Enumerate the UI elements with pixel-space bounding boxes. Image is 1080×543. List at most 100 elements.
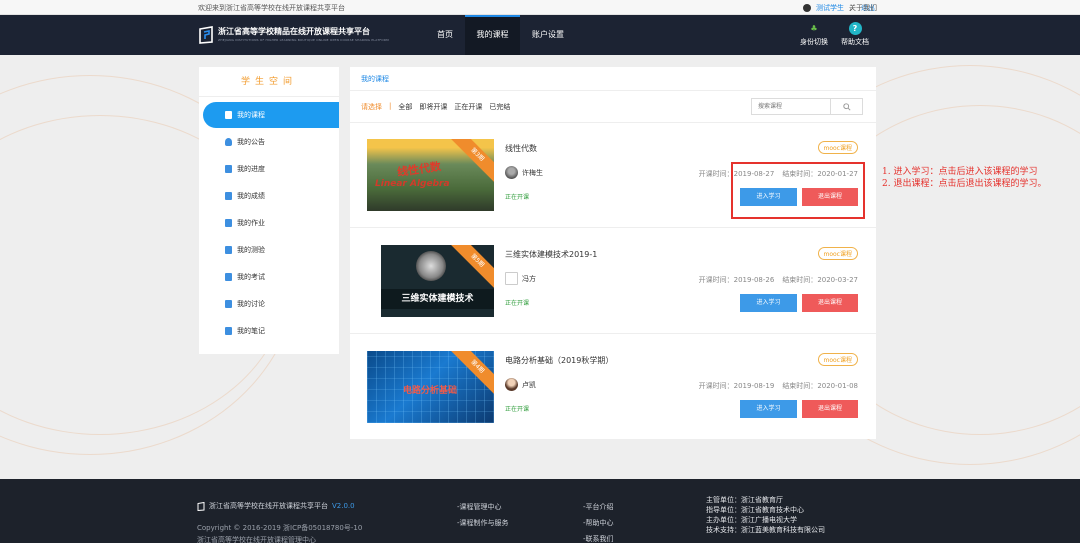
username-link[interactable]: 测试学生 [816,3,844,13]
logo-icon [197,501,205,511]
filter-all[interactable]: 全部 [398,102,412,112]
search-button[interactable] [830,99,862,114]
course-filter: 请选择 | 全部 即将开课 正在开课 已完结 [361,102,511,112]
term-ribbon: 第3期 [447,139,494,185]
course-dates: 开课时间：2019-08-19 结束时间：2020-01-08 [698,382,858,390]
end-date: 2020-03-27 [817,276,858,284]
filter-upcoming[interactable]: 即将开课 [419,102,447,112]
sidebar-item-progress[interactable]: 我的进度 [203,156,335,182]
course-cover[interactable]: 线性代数 Linear Algebra 第3期 [367,139,494,211]
sidebar-item-my-courses[interactable]: 我的课程 [203,102,339,128]
site-footer: 浙江省高等学校在线开放课程共享平台 V2.0.0 Copyright © 201… [0,479,1080,543]
student-sidebar: 学生空间 我的课程 我的公告 我的进度 我的成绩 我的作业 我的测验 我的考试 … [199,67,339,354]
course-dates: 开课时间：2019-08-26 结束时间：2020-03-27 [698,276,858,284]
edit-icon [225,273,232,281]
search-input[interactable] [752,99,830,114]
note-icon [225,327,232,335]
footer-link-help[interactable]: -帮助中心 [583,515,614,531]
sidebar-item-notes[interactable]: 我的笔记 [203,318,335,344]
highlight-box [731,162,865,219]
teacher-name: 卢凯 [522,380,536,389]
teacher-info: 冯方 [505,272,536,285]
course-title[interactable]: 线性代数 [505,143,537,154]
logo-title: 浙江省高等学校精品在线开放课程共享平台 [218,27,370,36]
quit-course-button[interactable]: 退出课程 [802,400,858,418]
start-date: 2019-08-26 [733,276,775,284]
footer-org-info: 主管单位：浙江省教育厅 指导单位：浙江省教育技术中心 主办单位：浙江广播电视大学… [706,496,825,534]
course-card: 三维实体建模技术 第5期 三维实体建模技术2019-1 mooc课程 冯方 开课… [350,229,876,333]
sidebar-item-homework[interactable]: 我的作业 [203,210,335,236]
site-logo[interactable]: 浙江省高等学校精品在线开放课程共享平台 ZHEJIANG INSTITUTION… [198,26,389,44]
help-docs-button[interactable]: ? 帮助文档 [841,22,869,47]
course-cover[interactable]: 三维实体建模技术 第5期 [381,245,494,317]
course-status: 正在开课 [505,406,530,413]
help-icon: ? [848,22,862,35]
course-status: 正在开课 [505,300,530,307]
course-search [751,98,863,115]
footer-link-course-admin[interactable]: -课程管理中心 [457,499,509,515]
chat-icon [225,300,232,308]
teacher-name: 冯方 [522,274,536,283]
version-label: V2.0.0 [332,502,355,510]
enter-study-button[interactable]: 进入学习 [740,294,797,312]
teacher-info: 许梅生 [505,166,543,179]
filter-label: 请选择 [361,103,382,111]
welcome-text: 欢迎来到浙江省高等学校在线开放课程共享平台 [198,4,345,12]
school-emblem-icon [416,251,446,281]
footer-link-contact[interactable]: -联系我们 [583,531,614,543]
term-ribbon: 第5期 [447,245,494,291]
bell-icon [225,138,232,146]
about-link[interactable]: 关于我们 [849,3,877,13]
user-avatar-icon [803,4,811,12]
footer-links-1: -课程管理中心 -课程制作与服务 [457,499,509,531]
course-card: 电路分析基础 第4期 电路分析基础（2019秋学期） mooc课程 卢凯 开课时… [350,335,876,439]
teacher-name: 许梅生 [522,168,543,177]
main-navbar: 浙江省高等学校精品在线开放课程共享平台 ZHEJIANG INSTITUTION… [0,15,1080,55]
mooc-badge: mooc课程 [817,353,858,366]
end-date: 2020-01-08 [817,382,858,390]
course-title[interactable]: 三维实体建模技术2019-1 [505,249,597,260]
enter-study-button[interactable]: 进入学习 [740,400,797,418]
quit-course-button[interactable]: 退出课程 [802,294,858,312]
top-bar: 欢迎来到浙江省高等学校在线开放课程共享平台 测试学生 ， 退出 关于我们 [0,0,1080,15]
chart-icon [225,192,232,200]
sidebar-item-quizzes[interactable]: 我的测验 [203,237,335,263]
teacher-avatar [505,378,518,391]
footer-link-course-service[interactable]: -课程制作与服务 [457,515,509,531]
course-status: 正在开课 [505,194,530,201]
user-switch-icon: ♣ [810,24,818,33]
document-icon [225,219,232,227]
clipboard-icon [225,165,232,173]
footer-link-about-platform[interactable]: -平台介绍 [583,499,614,515]
sidebar-item-discussions[interactable]: 我的讨论 [203,291,335,317]
book-icon [225,111,232,119]
mooc-badge: mooc课程 [817,247,858,260]
course-cover[interactable]: 电路分析基础 第4期 [367,351,494,423]
breadcrumb[interactable]: 我的课程 [350,67,876,91]
footer-links-2: -平台介绍 -帮助中心 -联系我们 [583,499,614,543]
copyright-org: 浙江省高等学校在线开放课程管理中心 [197,536,316,543]
mooc-badge: mooc课程 [817,141,858,154]
nav-account-settings[interactable]: 账户设置 [532,15,564,55]
sidebar-item-announcements[interactable]: 我的公告 [203,129,335,155]
search-icon [842,102,851,111]
annotation-text: 1. 进入学习：点击后进入该课程的学习 2. 退出课程：点击后退出该课程的学习。 [882,167,1047,189]
teacher-info: 卢凯 [505,378,536,391]
nav-my-courses[interactable]: 我的课程 [465,15,520,55]
course-list-panel: 我的课程 请选择 | 全部 即将开课 正在开课 已完结 线性代数 Linear … [350,67,876,439]
nav-home[interactable]: 首页 [437,15,453,55]
role-switch-button[interactable]: ♣ 身份切换 [800,22,828,47]
copyright: Copyright © 2016-2019 浙ICP备05018780号-10 [197,524,363,532]
teacher-avatar [505,272,518,285]
sidebar-item-grades[interactable]: 我的成绩 [203,183,335,209]
sidebar-title: 学生空间 [199,67,339,97]
monitor-icon [225,246,232,254]
sidebar-item-exams[interactable]: 我的考试 [203,264,335,290]
teacher-avatar [505,166,518,179]
filter-ongoing[interactable]: 正在开课 [454,102,482,112]
course-title[interactable]: 电路分析基础（2019秋学期） [505,355,613,366]
logo-subtitle: ZHEJIANG INSTITUTIONS OF HIGHER LEARNING… [218,38,389,42]
filter-finished[interactable]: 已完结 [489,102,510,112]
logo-icon [199,26,213,44]
footer-brand: 浙江省高等学校在线开放课程共享平台 V2.0.0 [197,501,355,511]
